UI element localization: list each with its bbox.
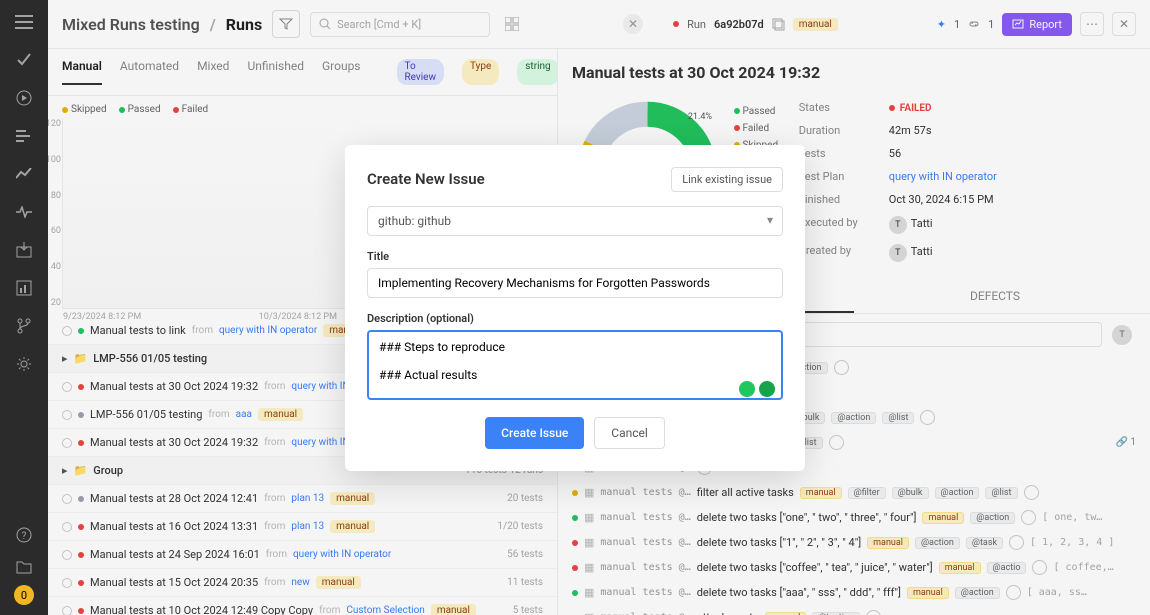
issue-description-input[interactable] bbox=[367, 330, 783, 400]
tracker-select[interactable]: github: github bbox=[367, 206, 783, 236]
cancel-button[interactable]: Cancel bbox=[594, 417, 665, 449]
modal-overlay: Create New Issue Link existing issue git… bbox=[0, 0, 1150, 615]
create-issue-button[interactable]: Create Issue bbox=[485, 417, 584, 449]
title-label: Title bbox=[367, 250, 783, 263]
modal-title: Create New Issue bbox=[367, 170, 485, 188]
link-existing-button[interactable]: Link existing issue bbox=[671, 167, 783, 192]
desc-label: Description (optional) bbox=[367, 312, 783, 325]
grammar-icon-2[interactable] bbox=[759, 381, 775, 397]
grammar-icon-1[interactable] bbox=[739, 381, 755, 397]
create-issue-modal: Create New Issue Link existing issue git… bbox=[345, 145, 805, 471]
issue-title-input[interactable] bbox=[367, 268, 783, 298]
editor-hint-icons bbox=[739, 381, 775, 397]
